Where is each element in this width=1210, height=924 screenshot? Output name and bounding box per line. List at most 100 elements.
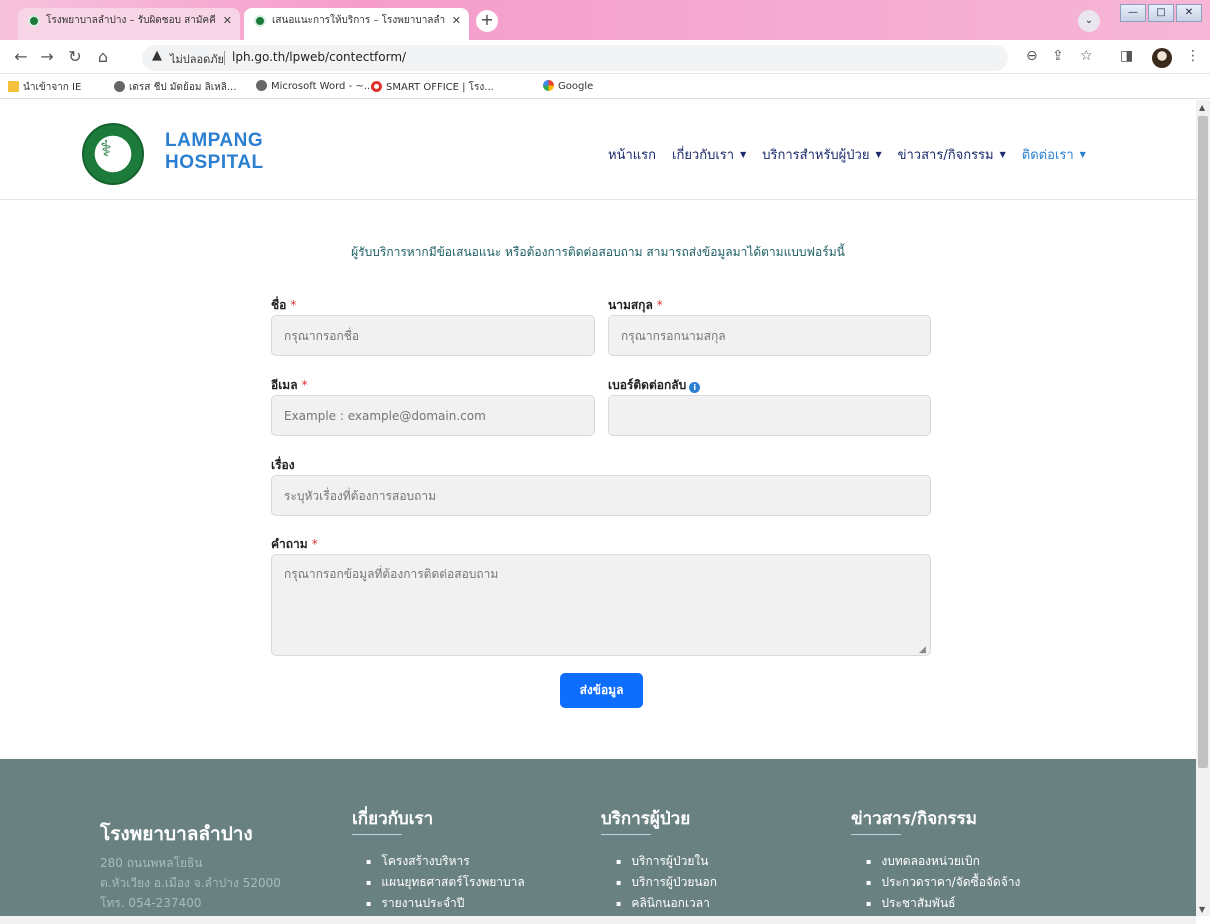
submit-button[interactable]: ส่งข้อมูล bbox=[560, 673, 643, 708]
subject-input[interactable] bbox=[271, 475, 931, 516]
phone-label: เบอร์ติดต่อกลับ i bbox=[608, 376, 701, 395]
vertical-scrollbar[interactable]: ▲ ▼ bbox=[1196, 100, 1210, 916]
zoom-icon[interactable]: ⊖ bbox=[1026, 48, 1038, 64]
footer-service-list: บริการผู้ป่วยใน บริการผู้ป่วยนอก คลินิกน… bbox=[616, 851, 717, 914]
office-icon bbox=[371, 81, 382, 92]
hospital-favicon-icon bbox=[28, 15, 40, 27]
star-icon[interactable]: ☆ bbox=[1080, 48, 1093, 64]
footer-org-name: โรงพยาบาลลำปาง bbox=[100, 823, 253, 845]
tab-title: เสนอแนะการให้บริการ – โรงพยาบาลลำ bbox=[272, 15, 446, 26]
footer-address: 280 ถนนพหลโยธิน ต.หัวเวียง อ.เมือง จ.ลำป… bbox=[100, 856, 281, 910]
side-panel-icon[interactable]: ◨ bbox=[1120, 48, 1133, 64]
globe-icon bbox=[256, 80, 267, 91]
scroll-up-icon[interactable]: ▲ bbox=[1199, 103, 1205, 112]
main-nav: หน้าแรก เกี่ยวกับเรา ▼ บริการสำหรับผู้ป่ว… bbox=[608, 144, 1086, 165]
divider bbox=[224, 51, 225, 65]
footer-link[interactable]: รายงานประจำปี bbox=[366, 893, 525, 914]
phone-input[interactable] bbox=[608, 395, 931, 436]
scroll-down-icon[interactable]: ▼ bbox=[1199, 905, 1205, 914]
footer-link[interactable]: งบทดลองหน่วยเบิก bbox=[866, 851, 1020, 872]
caret-down-icon: ▼ bbox=[999, 150, 1006, 159]
tab-contact-form[interactable]: เสนอแนะการให้บริการ – โรงพยาบาลลำ ✕ bbox=[244, 8, 469, 40]
footer-link[interactable]: คลินิกนอกเวลา bbox=[616, 893, 717, 914]
ministry-seal-logo[interactable]: ⚕ bbox=[82, 123, 144, 185]
back-icon[interactable]: ← bbox=[10, 46, 32, 68]
form-intro: ผู้รับบริการหากมีข้อเสนอแนะ หรือต้องการต… bbox=[351, 245, 845, 259]
minimize-icon[interactable]: — bbox=[1120, 4, 1146, 22]
footer-news-list: งบทดลองหน่วยเบิก ประกวดราคา/จัดซื้อจัดจ้… bbox=[866, 851, 1020, 914]
required-mark: * bbox=[290, 298, 297, 312]
google-icon bbox=[543, 80, 554, 91]
profile-avatar[interactable] bbox=[1152, 48, 1172, 68]
nav-about[interactable]: เกี่ยวกับเรา ▼ bbox=[672, 144, 746, 165]
browser-toolbar: ← → ↻ ⌂ ▲ ไม่ปลอดภัย lph.go.th/lpweb/con… bbox=[0, 40, 1210, 74]
nav-home[interactable]: หน้าแรก bbox=[608, 144, 656, 165]
first-name-input[interactable] bbox=[271, 315, 595, 356]
forward-icon[interactable]: → bbox=[36, 46, 58, 68]
globe-icon bbox=[114, 81, 125, 92]
menu-icon[interactable]: ⋮ bbox=[1186, 48, 1200, 64]
question-textarea[interactable] bbox=[271, 554, 931, 656]
horizontal-scrollbar[interactable] bbox=[0, 916, 1196, 924]
caret-down-icon: ▼ bbox=[875, 150, 882, 159]
email-label: อีเมล * bbox=[271, 378, 308, 392]
footer-link[interactable]: แผนยุทธศาสตร์โรงพยาบาล bbox=[366, 872, 524, 893]
maximize-icon[interactable]: □ bbox=[1148, 4, 1174, 22]
caduceus-icon: ⚕ bbox=[100, 137, 112, 162]
close-icon[interactable]: ✕ bbox=[223, 8, 232, 34]
browser-window: โรงพยาบาลลำปาง – รับผิดชอบ สามัคคี ✕ เสน… bbox=[0, 0, 1210, 924]
first-name-label: ชื่อ * bbox=[271, 298, 297, 312]
footer-about-list: โครงสร้างบริหาร แผนยุทธศาสตร์โรงพยาบาล ร… bbox=[366, 851, 525, 914]
nav-patient-services[interactable]: บริการสำหรับผู้ป่วย ▼ bbox=[762, 144, 881, 165]
bookmark-item[interactable]: Microsoft Word - ~... bbox=[256, 80, 373, 92]
tab-strip: โรงพยาบาลลำปาง – รับผิดชอบ สามัคคี ✕ เสน… bbox=[0, 0, 1210, 40]
subject-label: เรื่อง bbox=[271, 458, 295, 472]
bookmark-item[interactable]: Google bbox=[543, 80, 593, 92]
close-icon[interactable]: ✕ bbox=[452, 8, 461, 34]
required-mark: * bbox=[656, 298, 663, 312]
footer-service-title: บริการผู้ป่วย bbox=[601, 809, 691, 829]
caret-down-icon: ▼ bbox=[740, 150, 747, 159]
security-label[interactable]: ไม่ปลอดภัย bbox=[170, 50, 224, 68]
footer-link[interactable]: บริการผู้ป่วยนอก bbox=[616, 872, 717, 893]
caret-down-icon: ▼ bbox=[1079, 150, 1086, 159]
footer-link[interactable]: โครงสร้างบริหาร bbox=[366, 851, 525, 872]
window-controls: — □ ✕ bbox=[1120, 4, 1202, 24]
warning-icon[interactable]: ▲ bbox=[152, 48, 162, 63]
tab-home[interactable]: โรงพยาบาลลำปาง – รับผิดชอบ สามัคคี ✕ bbox=[18, 8, 240, 40]
divider bbox=[352, 834, 402, 835]
tab-search-chevron-icon[interactable]: ⌄ bbox=[1078, 10, 1100, 32]
home-icon[interactable]: ⌂ bbox=[92, 46, 114, 68]
question-label: คำถาม * bbox=[271, 537, 318, 551]
nav-news[interactable]: ข่าวสาร/กิจกรรม ▼ bbox=[898, 144, 1006, 165]
reload-icon[interactable]: ↻ bbox=[64, 46, 86, 68]
bookmarks-bar: นำเข้าจาก IE เดรส ชีป มัดย้อม ลิเหลิ... … bbox=[0, 75, 1210, 99]
scrollbar-thumb[interactable] bbox=[1198, 116, 1208, 768]
info-icon[interactable]: i bbox=[689, 382, 701, 393]
last-name-input[interactable] bbox=[608, 315, 931, 356]
footer-link[interactable]: บริการผู้ป่วยใน bbox=[616, 851, 717, 872]
required-mark: * bbox=[301, 378, 308, 392]
last-name-label: นามสกุล * bbox=[608, 298, 663, 312]
footer-link[interactable]: ประชาสัมพันธ์ bbox=[866, 893, 1020, 914]
address-bar[interactable]: ▲ ไม่ปลอดภัย lph.go.th/lpweb/contectform… bbox=[142, 45, 1008, 71]
site-footer: โรงพยาบาลลำปาง 280 ถนนพหลโยธิน ต.หัวเวีย… bbox=[0, 759, 1196, 916]
hospital-favicon-icon bbox=[254, 15, 266, 27]
footer-about-title: เกี่ยวกับเรา bbox=[352, 809, 434, 829]
new-tab-button[interactable]: + bbox=[476, 10, 498, 32]
bookmark-item[interactable]: เดรส ชีป มัดย้อม ลิเหลิ... bbox=[114, 80, 236, 95]
resize-grip-icon[interactable]: ◢ bbox=[919, 645, 926, 655]
email-input[interactable] bbox=[271, 395, 595, 436]
bookmark-item[interactable]: นำเข้าจาก IE bbox=[8, 80, 81, 95]
url-text[interactable]: lph.go.th/lpweb/contectform/ bbox=[232, 50, 406, 64]
share-icon[interactable]: ⇪ bbox=[1052, 48, 1064, 64]
brand-line1[interactable]: LAMPANG bbox=[165, 130, 263, 152]
footer-news-title: ข่าวสาร/กิจกรรม bbox=[851, 809, 977, 829]
brand-line2[interactable]: HOSPITAL bbox=[165, 152, 264, 174]
bookmark-item[interactable]: SMART OFFICE | โรง... bbox=[371, 80, 494, 95]
nav-contact[interactable]: ติดต่อเรา ▼ bbox=[1022, 144, 1086, 165]
footer-link[interactable]: ประกวดราคา/จัดซื้อจัดจ้าง bbox=[866, 872, 1020, 893]
folder-icon bbox=[8, 81, 19, 92]
close-window-icon[interactable]: ✕ bbox=[1176, 4, 1202, 22]
divider bbox=[851, 834, 901, 835]
